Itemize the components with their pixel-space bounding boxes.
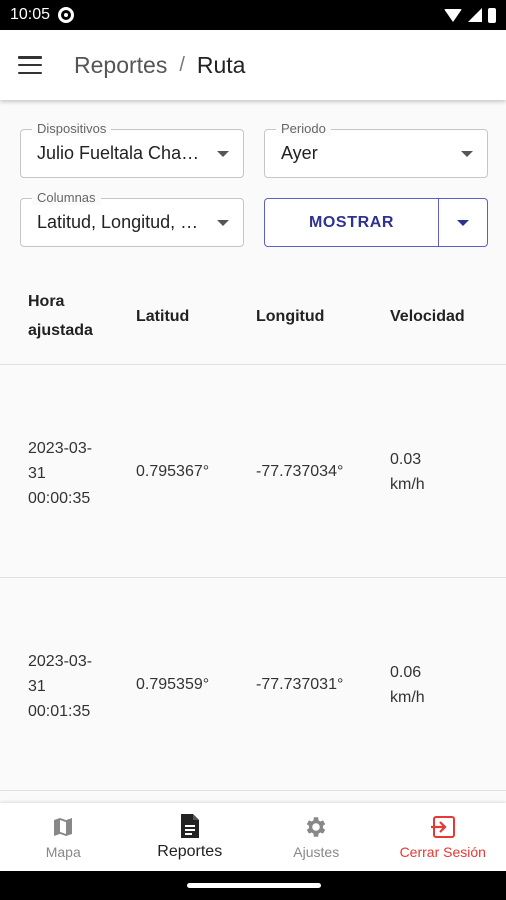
show-button[interactable]: MOSTRAR bbox=[265, 199, 439, 246]
devices-label: Dispositivos bbox=[32, 121, 112, 136]
header-speed: Velocidad bbox=[390, 308, 465, 325]
settings-status-icon bbox=[58, 7, 75, 23]
period-label: Periodo bbox=[276, 121, 331, 136]
cell-speed: 0.06 km/h bbox=[390, 664, 425, 706]
chevron-down-icon bbox=[217, 219, 229, 226]
cell-latitude: 0.795359° bbox=[136, 676, 210, 693]
period-select[interactable]: Periodo Ayer bbox=[264, 121, 488, 178]
cell-time: 2023-03-31 00:00:35 bbox=[28, 440, 93, 507]
devices-value: Julio Fueltala Chamorro bbox=[37, 143, 209, 163]
nav-map[interactable]: Mapa bbox=[0, 803, 127, 871]
show-options-button[interactable] bbox=[439, 199, 487, 246]
columns-value: Latitud, Longitud, Velocidad bbox=[37, 212, 209, 232]
cell-latitude: 0.795367° bbox=[136, 463, 210, 480]
nav-logout[interactable]: Cerrar Sesión bbox=[380, 803, 506, 871]
breadcrumb-separator: / bbox=[179, 53, 185, 76]
columns-select[interactable]: Columnas Latitud, Longitud, Velocidad bbox=[20, 190, 244, 247]
breadcrumb-parent[interactable]: Reportes bbox=[74, 52, 167, 79]
cell-time: 2023-03-31 00:01:35 bbox=[28, 653, 93, 720]
signal-icon bbox=[468, 8, 482, 22]
devices-select[interactable]: Dispositivos Julio Fueltala Chamorro bbox=[20, 121, 244, 178]
table-row: 2023-03-31 00:00:35 0.795367° -77.737034… bbox=[0, 365, 506, 578]
status-icons bbox=[444, 7, 496, 23]
cell-speed: 0.03 km/h bbox=[390, 451, 425, 493]
nav-reports-label: Reportes bbox=[157, 843, 223, 860]
table-row: 2023-03-31 00:01:35 0.795359° -77.737031… bbox=[0, 578, 506, 791]
system-navigation-bar bbox=[0, 871, 506, 900]
map-icon bbox=[51, 814, 75, 840]
header-latitude: Latitud bbox=[136, 308, 190, 325]
cell-longitude: -77.737031° bbox=[256, 676, 344, 693]
logout-icon bbox=[430, 814, 456, 840]
breadcrumb-current: Ruta bbox=[196, 51, 246, 78]
gear-icon bbox=[303, 814, 329, 840]
hamburger-menu-icon[interactable] bbox=[18, 56, 42, 74]
battery-icon bbox=[488, 7, 496, 23]
chevron-down-icon bbox=[457, 219, 469, 226]
header-longitude: Longitud bbox=[256, 308, 325, 325]
wifi-icon bbox=[444, 8, 462, 22]
nav-map-label: Mapa bbox=[45, 844, 81, 860]
status-bar: 10:05 bbox=[0, 0, 506, 30]
show-button-group: MOSTRAR bbox=[264, 198, 488, 247]
status-time: 10:05 bbox=[10, 6, 51, 23]
nav-logout-label: Cerrar Sesión bbox=[399, 844, 486, 860]
cell-longitude: -77.737034° bbox=[256, 463, 344, 480]
table-header: Hora ajustada Latitud Longitud Velocidad bbox=[0, 270, 506, 365]
bottom-navigation: Mapa Reportes Ajustes Cerrar Sesión bbox=[0, 803, 506, 871]
home-gesture-handle[interactable] bbox=[187, 883, 321, 888]
nav-reports[interactable]: Reportes bbox=[127, 803, 254, 871]
app-bar: Reportes / Ruta bbox=[0, 30, 506, 100]
nav-settings[interactable]: Ajustes bbox=[253, 803, 380, 871]
chevron-down-icon bbox=[461, 150, 473, 157]
columns-label: Columnas bbox=[32, 190, 101, 205]
breadcrumb: Reportes / Ruta bbox=[74, 52, 245, 79]
period-value: Ayer bbox=[281, 143, 318, 163]
document-icon bbox=[179, 813, 201, 839]
nav-settings-label: Ajustes bbox=[293, 844, 340, 860]
chevron-down-icon bbox=[217, 150, 229, 157]
header-time: Hora ajustada bbox=[28, 293, 93, 339]
